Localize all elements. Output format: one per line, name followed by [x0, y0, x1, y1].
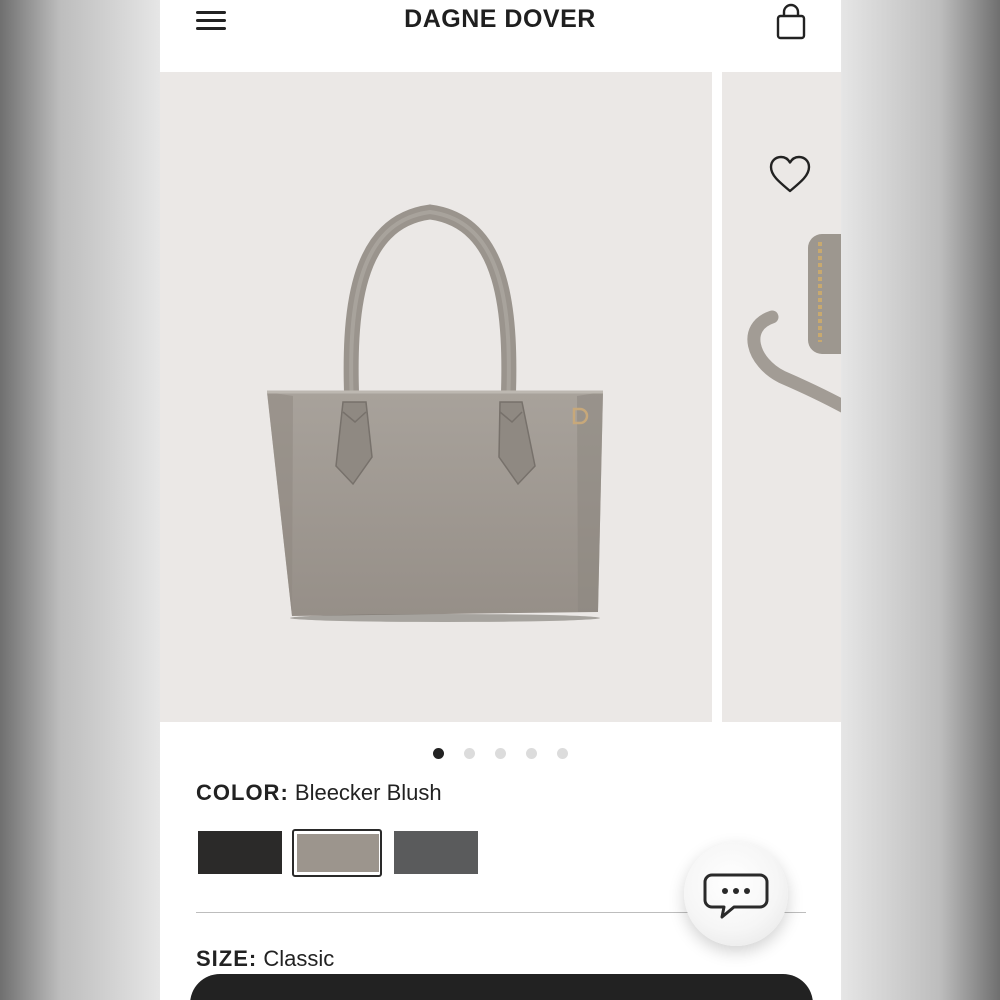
- carousel-pagination: [160, 748, 841, 762]
- tote-bag-image: [267, 204, 603, 622]
- hamburger-menu-icon[interactable]: [194, 6, 228, 36]
- chat-button[interactable]: [684, 842, 788, 946]
- add-to-bag-button[interactable]: [190, 974, 813, 1000]
- swatch-gray[interactable]: [392, 829, 480, 877]
- heart-icon[interactable]: [768, 154, 812, 196]
- pagination-dot[interactable]: [557, 748, 568, 759]
- swatch-gray-fill: [394, 831, 478, 874]
- pagination-dot[interactable]: [464, 748, 475, 759]
- size-value: Classic: [263, 946, 335, 971]
- swatch-bleecker-blush[interactable]: [292, 829, 382, 877]
- site-header: DAGNE DOVER: [160, 0, 841, 72]
- swatch-bleecker-blush-fill: [297, 834, 379, 872]
- color-label: COLOR:: [196, 780, 289, 805]
- pagination-dot[interactable]: [526, 748, 537, 759]
- pagination-dot[interactable]: [495, 748, 506, 759]
- product-image-main[interactable]: [160, 72, 712, 722]
- product-page: DAGNE DOVER COLOR: Bleecker Blush SIZE: …: [160, 0, 841, 1000]
- color-selection-label: COLOR: Bleecker Blush: [196, 780, 442, 806]
- pagination-dot[interactable]: [433, 748, 444, 759]
- swatch-black-fill: [198, 831, 282, 874]
- shopping-bag-icon[interactable]: [774, 2, 808, 42]
- product-image-carousel[interactable]: [160, 72, 841, 722]
- brand-logo[interactable]: DAGNE DOVER: [310, 5, 690, 34]
- swatch-black[interactable]: [196, 829, 284, 877]
- size-selection-label: SIZE: Classic: [196, 946, 334, 972]
- chat-bubble-icon: [703, 873, 769, 919]
- color-swatches: [196, 829, 496, 877]
- size-label: SIZE:: [196, 946, 258, 971]
- color-value: Bleecker Blush: [294, 780, 442, 805]
